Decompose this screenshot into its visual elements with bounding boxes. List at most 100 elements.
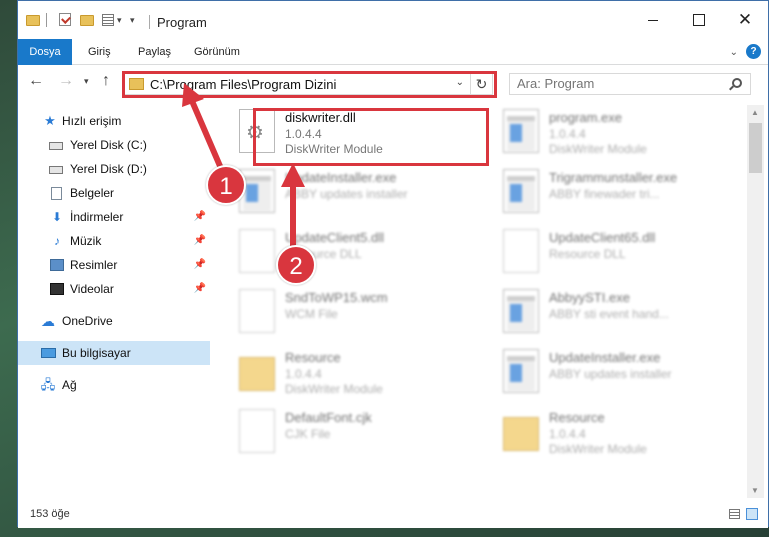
file-item[interactable]: UpdateClient65.dll Resource DLL xyxy=(491,227,741,287)
pin-icon[interactable]: 📌 xyxy=(194,205,206,229)
sidebar-item-onedrive[interactable]: ☁ OneDrive xyxy=(18,309,210,333)
sidebar-item-downloads[interactable]: ⬇ İndirmeler 📌 xyxy=(18,205,210,229)
sidebar-item-videos[interactable]: Videolar 📌 xyxy=(18,277,210,301)
file-description: ABBY finewader tri... xyxy=(549,187,660,201)
pin-icon[interactable]: 📌 xyxy=(194,277,206,301)
ribbon: Dosya Giriş Paylaş Görünüm ⌄ ? xyxy=(18,39,768,65)
sidebar-item-music[interactable]: ♪ Müzik 📌 xyxy=(18,229,210,253)
back-arrow-icon[interactable]: ← xyxy=(28,72,44,90)
sidebar-item-label: Resimler xyxy=(70,258,118,272)
scroll-up-icon[interactable]: ▲ xyxy=(751,108,759,117)
close-button[interactable]: ✕ xyxy=(722,1,768,39)
step-1-callout: 1 xyxy=(206,165,246,205)
download-icon: ⬇ xyxy=(51,210,63,224)
up-arrow-icon[interactable]: ↑ xyxy=(102,72,110,90)
item-count: 153 öğe xyxy=(30,508,70,520)
computer-icon xyxy=(41,348,56,358)
file-item[interactable]: Trigrammunstaller.exe ABBY finewader tri… xyxy=(491,167,741,227)
search-icon[interactable] xyxy=(732,78,742,88)
file-description: CJK File xyxy=(285,427,331,441)
tab-file[interactable]: Dosya xyxy=(18,39,72,65)
exe-file-icon xyxy=(503,109,539,153)
folder-icon xyxy=(26,15,40,26)
pictures-icon xyxy=(50,259,64,271)
pin-icon[interactable]: 📌 xyxy=(194,253,206,277)
file-item[interactable]: UpdateInstaller.exe ABBY updates install… xyxy=(227,167,477,227)
dll-file-icon xyxy=(503,229,539,273)
sidebar-item-label: Yerel Disk (D:) xyxy=(70,162,147,176)
sidebar-item-pictures[interactable]: Resimler 📌 xyxy=(18,253,210,277)
recent-locations-icon[interactable]: ▾ xyxy=(84,76,89,87)
file-name: SndToWP15.wcm xyxy=(285,290,388,305)
quick-access-menu-icon[interactable]: ▾ xyxy=(130,15,135,26)
step-2-callout: 2 xyxy=(276,245,316,285)
sidebar-item-label: İndirmeler xyxy=(70,210,124,224)
file-name: DefaultFont.cjk xyxy=(285,410,372,425)
star-icon: ★ xyxy=(44,113,56,128)
videos-icon xyxy=(50,283,64,295)
scrollbar-thumb[interactable] xyxy=(749,123,762,173)
folder-icon xyxy=(503,417,539,451)
file-description: ABBY sti event hand... xyxy=(549,307,669,321)
minimize-button[interactable] xyxy=(630,1,676,39)
annotation-arrow-2-head xyxy=(281,163,305,187)
sidebar-item-documents[interactable]: Belgeler xyxy=(18,181,210,205)
sidebar-item-network[interactable]: 🖧 Ağ xyxy=(18,373,210,397)
large-icons-view-icon[interactable] xyxy=(746,508,758,520)
drive-icon xyxy=(49,142,63,150)
search-box[interactable] xyxy=(509,73,751,95)
title-bar: ▾ ▾ Program ✕ xyxy=(18,1,768,39)
sidebar-item-label: Hızlı erişim xyxy=(62,114,122,128)
properties-check-icon[interactable] xyxy=(59,13,71,26)
document-file-icon xyxy=(239,409,275,453)
search-input[interactable] xyxy=(517,76,717,91)
pin-icon[interactable]: 📌 xyxy=(194,229,206,253)
file-description: DiskWriter Module xyxy=(285,382,383,396)
exe-file-icon xyxy=(503,349,539,393)
documents-icon xyxy=(51,187,62,200)
window-title: Program xyxy=(157,15,207,30)
forward-arrow-icon[interactable]: → xyxy=(58,72,74,90)
file-name: Resource xyxy=(549,410,605,425)
file-version: 1.0.4.4 xyxy=(549,127,586,141)
dll-file-icon xyxy=(239,229,275,273)
status-bar: 153 öğe xyxy=(18,498,768,528)
file-description: ABBY updates installer xyxy=(549,367,672,381)
file-item[interactable]: UpdateInstaller.exe ABBY updates install… xyxy=(491,347,741,407)
tab-view[interactable]: Görünüm xyxy=(181,39,253,65)
tab-share[interactable]: Paylaş xyxy=(125,39,184,65)
file-item[interactable]: program.exe 1.0.4.4 DiskWriter Module xyxy=(491,107,741,167)
file-item[interactable]: SndToWP15.wcm WCM File xyxy=(227,287,477,347)
sidebar-item-label: Belgeler xyxy=(70,186,115,200)
sidebar-item-label: Yerel Disk (C:) xyxy=(70,138,147,152)
file-item[interactable]: Resource 1.0.4.4 DiskWriter Module xyxy=(491,407,741,467)
vertical-scrollbar[interactable]: ▲ ▼ xyxy=(747,105,764,498)
new-folder-icon[interactable] xyxy=(80,15,94,26)
cloud-icon: ☁ xyxy=(41,313,55,329)
chevron-down-icon[interactable]: ▾ xyxy=(117,15,122,26)
scroll-down-icon[interactable]: ▼ xyxy=(751,486,759,495)
file-description: DiskWriter Module xyxy=(549,142,647,156)
file-highlight-box xyxy=(253,108,489,166)
details-view-icon[interactable] xyxy=(729,509,740,519)
tab-home[interactable]: Giriş xyxy=(75,39,124,65)
sidebar-item-label: Ağ xyxy=(62,378,77,392)
document-file-icon xyxy=(239,289,275,333)
file-item[interactable]: DefaultFont.cjk CJK File xyxy=(227,407,477,467)
file-item[interactable]: AbbyySTI.exe ABBY sti event hand... xyxy=(491,287,741,347)
sidebar-item-this-pc[interactable]: Bu bilgisayar xyxy=(18,341,210,365)
annotation-arrow-1-shaft xyxy=(189,98,226,176)
help-icon[interactable]: ? xyxy=(746,44,761,59)
quick-access-customize-icon[interactable] xyxy=(102,14,114,26)
drive-icon xyxy=(49,166,63,174)
ribbon-expand-icon[interactable]: ⌄ xyxy=(730,47,738,58)
sidebar-item-label: OneDrive xyxy=(62,314,113,328)
sidebar-item-label: Müzik xyxy=(70,234,102,248)
sidebar-item-label: Bu bilgisayar xyxy=(62,346,131,360)
maximize-button[interactable] xyxy=(676,1,722,39)
toolbar-separator xyxy=(46,13,47,27)
navigation-bar: ← → ▾ ↑ C:\Program Files\Program Dizini … xyxy=(18,65,768,101)
file-item[interactable]: UpdateClient5.dll Resource DLL xyxy=(227,227,477,287)
title-separator xyxy=(149,15,150,29)
file-item[interactable]: Resource 1.0.4.4 DiskWriter Module xyxy=(227,347,477,407)
